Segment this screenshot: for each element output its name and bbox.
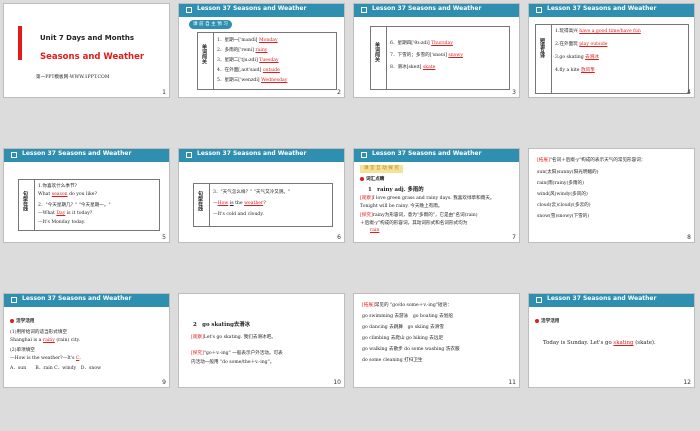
- slide-3[interactable]: Lesson 37 Seasons and Weather 单词闯关 6．星期四…: [353, 3, 520, 98]
- section-badge: 课 堂 互 动 探 究: [360, 165, 403, 173]
- slide-number: 11: [508, 379, 516, 386]
- slide-header: Lesson 37 Seasons and Weather: [529, 294, 694, 307]
- slide-5[interactable]: Lesson 37 Seasons and Weather 句型在线 1.你喜欢…: [3, 148, 170, 243]
- side-label: 句型在线: [197, 191, 203, 211]
- phrase-item: 4.fly a kite 放风筝: [555, 68, 595, 73]
- vocab-item: 8．滑冰[skeɪt] skate: [390, 65, 436, 70]
- slide-number: 9: [162, 379, 166, 386]
- vocab-box: [370, 26, 510, 90]
- slide-header: Lesson 37 Seasons and Weather: [529, 4, 694, 17]
- section-badge: 课 前 自 主 预 习: [189, 20, 232, 29]
- slide-10[interactable]: 2 go skating去滑冰 [观察]Let's go skating. 我们…: [178, 293, 345, 388]
- square-icon: [361, 7, 367, 13]
- vocab-item: 6．星期四['θɜ:zdi] Thursday: [390, 41, 453, 46]
- slide-number: 8: [687, 234, 691, 241]
- slide-header: Lesson 37 Seasons and Weather: [179, 149, 344, 162]
- bullet-icon: [10, 318, 14, 323]
- slide-1[interactable]: Unit 7 Days and Months Seasons and Weath…: [3, 3, 170, 98]
- slide-number: 12: [683, 379, 691, 386]
- slide-2[interactable]: Lesson 37 Seasons and Weather 课 前 自 主 预 …: [178, 3, 345, 98]
- square-icon: [11, 152, 17, 158]
- vocab-item: 7．下雪的；多雪的['snəʊi] snowy: [390, 53, 463, 58]
- slide-11[interactable]: [拓展]常见的 "go/do some＋v.-ing"短语： go swimmi…: [353, 293, 520, 388]
- slide-number: 10: [333, 379, 341, 386]
- title-box: [18, 26, 22, 60]
- square-icon: [186, 7, 192, 13]
- slide-header: Lesson 37 Seasons and Weather: [354, 149, 519, 162]
- slide-number: 4: [687, 89, 691, 96]
- side-label: 单词闯关: [201, 44, 207, 64]
- slide-8[interactable]: [拓展]"名词＋后缀-y"构成的表示天气的常见形容词： sun(太阳)sunny…: [528, 148, 695, 243]
- slide-12[interactable]: Lesson 37 Seasons and Weather 活学活用 Today…: [528, 293, 695, 388]
- square-icon: [536, 297, 542, 303]
- vocab-item: 4．在外面[ˌaʊt'saɪd] outside: [217, 68, 280, 73]
- side-label: 句型在线: [22, 191, 28, 211]
- slide-number: 7: [512, 234, 516, 241]
- square-icon: [536, 7, 542, 13]
- square-icon: [11, 297, 17, 303]
- slide-7[interactable]: Lesson 37 Seasons and Weather 课 堂 互 动 探 …: [353, 148, 520, 243]
- phrase-item: 3.go skating 去滑冰: [555, 55, 599, 60]
- vocab-item: 1．星期一['mʌndi] Monday: [217, 38, 278, 43]
- slide-header: Lesson 37 Seasons and Weather: [4, 149, 169, 162]
- slide-number: 2: [337, 89, 341, 96]
- bullet-icon: [535, 318, 539, 323]
- slide-9[interactable]: Lesson 37 Seasons and Weather 活学活用 (1)用所…: [3, 293, 170, 388]
- slide-4[interactable]: Lesson 37 Seasons and Weather 短语互译 1.玩得高…: [528, 3, 695, 98]
- footer-text: 第一PPT模板网-WWW.1PPT.COM: [36, 75, 110, 80]
- unit-title: Unit 7 Days and Months: [40, 34, 135, 42]
- slide-header: Lesson 37 Seasons and Weather: [179, 4, 344, 17]
- phrase-item: 1.玩得高兴 have a good time/have fun: [555, 29, 641, 34]
- slide-thumbnail-grid: Unit 7 Days and Months Seasons and Weath…: [0, 0, 700, 431]
- vocab-item: 3．星期二['tju:zdi] Tuesday: [217, 58, 279, 63]
- slide-6[interactable]: Lesson 37 Seasons and Weather 句型在线 3．"天气…: [178, 148, 345, 243]
- slide-header: Lesson 37 Seasons and Weather: [4, 294, 169, 307]
- bullet-icon: [360, 176, 364, 181]
- slide-header: Lesson 37 Seasons and Weather: [354, 4, 519, 17]
- square-icon: [361, 152, 367, 158]
- lesson-title: Seasons and Weather: [40, 52, 145, 62]
- phrase-item: 2.在外面玩 play outside: [555, 42, 608, 47]
- slide-number: 5: [162, 234, 166, 241]
- vocab-item: 2．多雨的['reɪni] rainy: [217, 48, 268, 53]
- slide-number: 6: [337, 234, 341, 241]
- vocab-item: 5．星期三['wenzdi] Wednesday: [217, 78, 288, 83]
- square-icon: [186, 152, 192, 158]
- slide-number: 1: [162, 89, 166, 96]
- side-label: 短语互译: [539, 38, 545, 58]
- side-label: 单词闯关: [374, 42, 380, 62]
- slide-number: 3: [512, 89, 516, 96]
